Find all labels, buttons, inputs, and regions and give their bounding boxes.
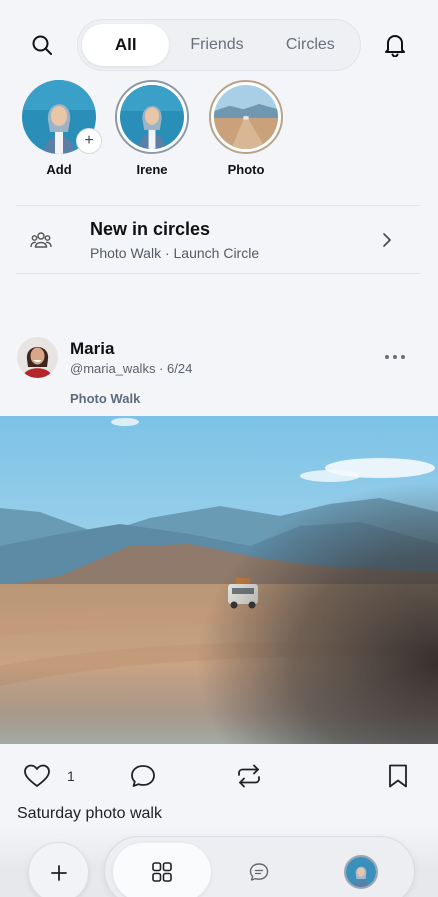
avatar: [120, 85, 184, 149]
more-options-icon[interactable]: [385, 347, 409, 367]
bookmark-icon[interactable]: [384, 762, 412, 790]
nav-feed[interactable]: [113, 843, 211, 897]
new-in-circles-banner[interactable]: New in circles Photo Walk · Launch Circl…: [16, 205, 420, 274]
profile-avatar: [344, 855, 378, 889]
story-irene[interactable]: Irene: [112, 80, 192, 177]
top-bar: All Friends Circles: [0, 18, 438, 72]
nav-profile[interactable]: [331, 843, 391, 897]
story-avatar: [209, 80, 283, 154]
like-count: 1: [67, 768, 75, 784]
story-avatar: +: [22, 80, 102, 154]
story-add[interactable]: + Add: [19, 80, 102, 177]
tab-all[interactable]: All: [82, 24, 170, 66]
story-label: Add: [46, 162, 72, 177]
plus-icon: [50, 864, 67, 881]
bottom-nav: [104, 836, 415, 897]
chat-icon: [249, 863, 269, 881]
tab-friends[interactable]: Friends: [169, 24, 264, 66]
grid-icon: [152, 862, 172, 882]
post-actions: 1: [0, 758, 438, 796]
repost-icon[interactable]: [235, 762, 263, 790]
bell-icon[interactable]: [375, 25, 415, 65]
feed-filter-tabs: All Friends Circles: [77, 19, 361, 71]
nav-messages[interactable]: [229, 843, 289, 897]
author-handle: @maria_walks · 6/24: [70, 361, 193, 376]
tab-circles[interactable]: Circles: [265, 24, 356, 66]
story-photo-thumbnail: [214, 85, 278, 149]
search-icon[interactable]: [22, 25, 62, 65]
author-avatar[interactable]: [17, 337, 58, 378]
add-story-badge[interactable]: +: [76, 128, 102, 154]
people-icon: [30, 232, 52, 248]
post-photo[interactable]: [0, 416, 438, 744]
author-name[interactable]: Maria: [70, 339, 114, 359]
story-label: Photo: [227, 162, 265, 177]
circles-banner-title: New in circles: [90, 219, 211, 239]
story-avatar: [115, 80, 189, 154]
circles-banner-subtitle: Photo Walk · Launch Circle: [90, 245, 260, 261]
story-label: Irene: [136, 162, 168, 177]
story-photo[interactable]: Photo: [206, 80, 286, 177]
compose-button[interactable]: [28, 842, 89, 897]
post-header: Maria @maria_walks · 6/24 Photo Walk: [0, 336, 438, 406]
post-circle-tag[interactable]: Photo Walk: [70, 391, 140, 406]
post-caption: Saturday photo walk: [17, 805, 162, 822]
stories-row: + Add Irene Photo: [0, 80, 438, 180]
heart-icon[interactable]: [23, 762, 51, 790]
comment-icon[interactable]: [129, 762, 157, 790]
chevron-right-icon: [383, 233, 391, 247]
